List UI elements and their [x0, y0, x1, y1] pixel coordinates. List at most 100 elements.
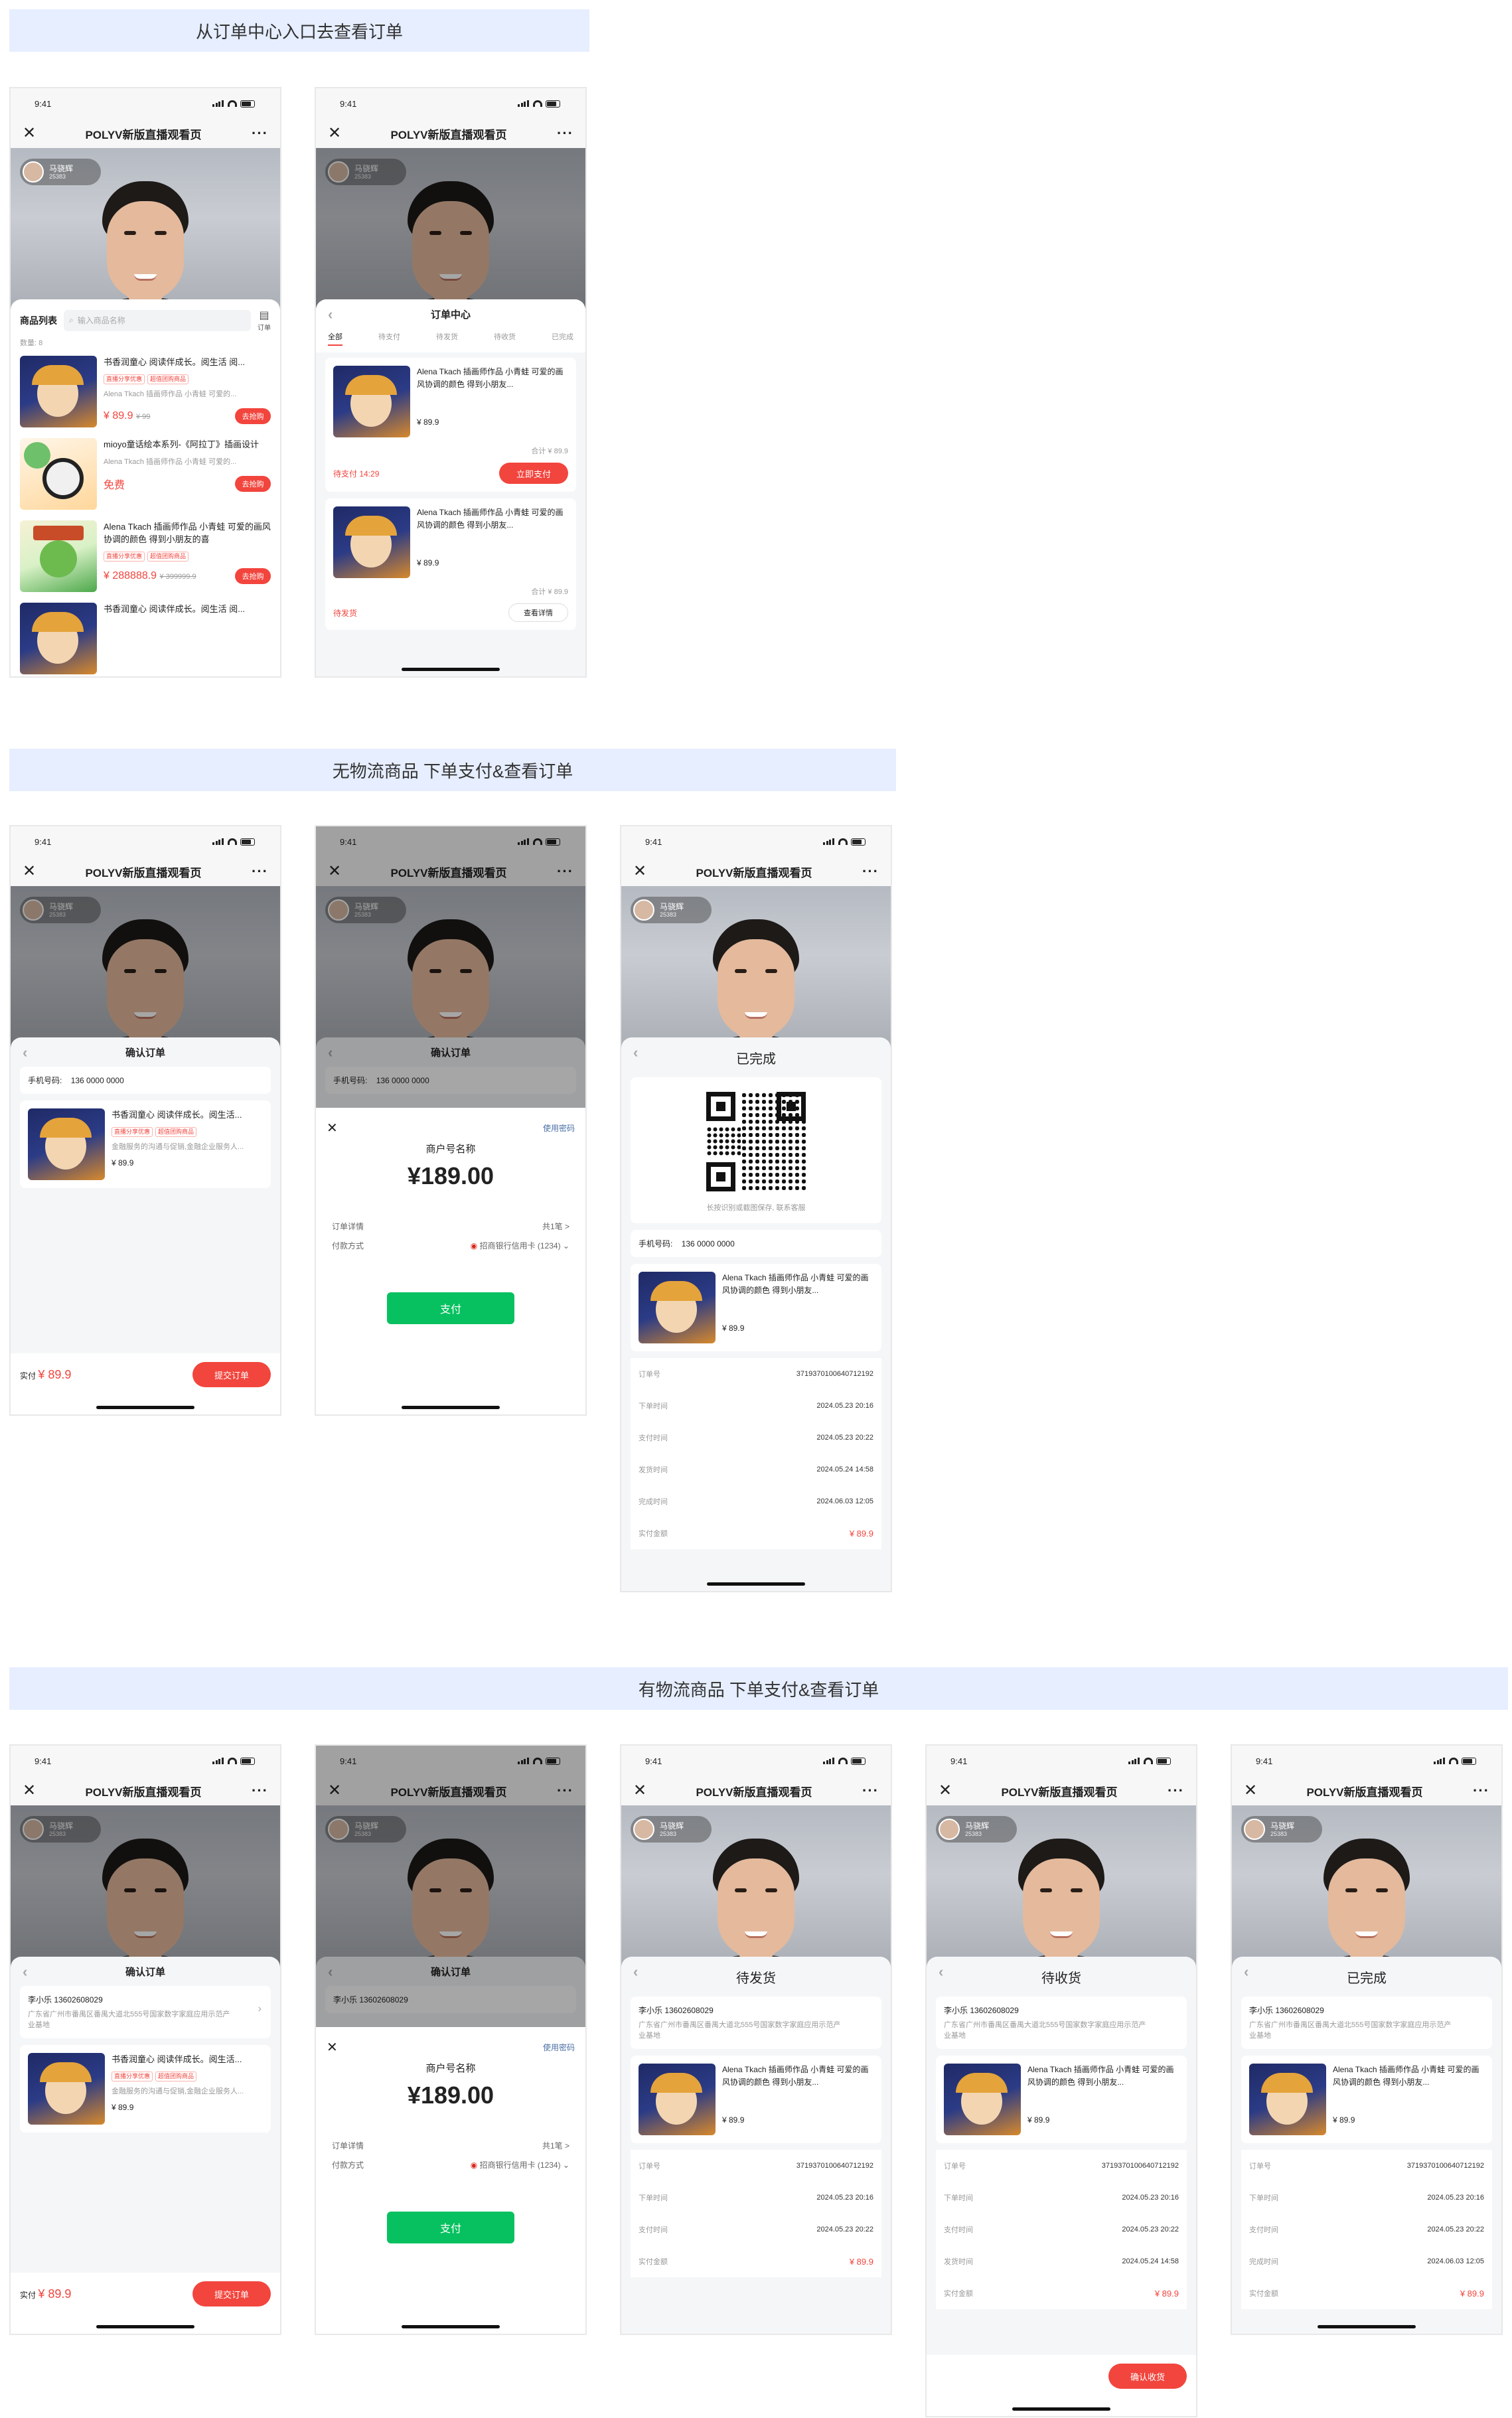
paid-row: 实付金额 ¥ 89.9: [1249, 2288, 1484, 2299]
use-password-link[interactable]: 使用密码: [543, 1122, 575, 1134]
nav-bar: ✕ POLYV新版直播观看页 ···: [11, 857, 280, 886]
pay-sheet: ✕ 使用密码 商户号名称 ¥189.00 订单详情 共1笔 > 付款方式 ◉ 招商银行…: [316, 2027, 585, 2334]
back-icon[interactable]: ‹: [633, 1044, 638, 1061]
back-icon[interactable]: ‹: [328, 306, 333, 323]
close-icon[interactable]: ✕: [327, 2039, 338, 2056]
more-icon[interactable]: ···: [1470, 1782, 1489, 1799]
pay-method-select[interactable]: ◉ 招商银行信用卡 (1234) ⌄: [471, 2159, 569, 2170]
order-no[interactable]: 371937010064071219​2: [1102, 2162, 1179, 2170]
order-no[interactable]: 371937010064071219​2: [1407, 2162, 1484, 2170]
tab-all[interactable]: 全部: [328, 331, 342, 346]
done-time-row: 完成时间 2024.06.03 12:05: [1249, 2257, 1484, 2266]
buy-button[interactable]: 去抢购: [235, 568, 271, 584]
page-title: POLYV新版直播观看页: [1306, 1785, 1423, 1799]
wifi-icon: [533, 100, 542, 107]
list-item[interactable]: 书香润童心 阅读伴成长。阅生活 阅... 直播分享优惠 超值团购商品 Alena …: [11, 356, 280, 438]
pay-method-select[interactable]: ◉ 招商银行信用卡 (1234) ⌄: [471, 1240, 569, 1251]
close-icon[interactable]: ✕: [23, 1783, 38, 1799]
product-tag: 直播分享优惠: [104, 552, 145, 562]
tab-pending-recv[interactable]: 待收货: [494, 331, 516, 346]
close-icon[interactable]: ✕: [328, 125, 344, 141]
list-item[interactable]: Alena Tkach 插画师作品 小青蛙 可爱的画风协调的颜色 得到小朋友的喜…: [11, 520, 280, 603]
close-icon[interactable]: ✕: [23, 125, 38, 141]
video-dim-overlay: [11, 886, 280, 1059]
close-icon[interactable]: ✕: [633, 1783, 649, 1799]
tab-pending-ship[interactable]: 待发货: [436, 331, 458, 346]
home-indicator: [402, 2325, 500, 2328]
address-card[interactable]: 李小乐 13602608029 广东省广州市番禺区番禺大道北555号国家数字家庭…: [20, 1986, 271, 2038]
confirm-receipt-button[interactable]: 确认收货: [1108, 2364, 1187, 2389]
avatar: [1244, 1819, 1265, 1840]
pay-button[interactable]: 支付: [387, 1292, 514, 1324]
more-icon[interactable]: ···: [859, 863, 879, 880]
view-detail-button[interactable]: 查看详情: [508, 603, 568, 622]
submit-order-button[interactable]: 提交订单: [192, 2281, 271, 2306]
list-item[interactable]: mioyo童话绘本系列-《阿拉丁》插画设计 Alena Tkach 插画师作品 …: [11, 438, 280, 520]
phone-number[interactable]: 136 0000 0000: [71, 1076, 124, 1085]
order-no[interactable]: 371937010064071219​2: [796, 1370, 873, 1378]
pay-button[interactable]: 支付: [387, 2212, 514, 2243]
more-icon[interactable]: ···: [248, 863, 268, 880]
order-detail-value[interactable]: 共1笔 >: [542, 1221, 569, 1232]
more-icon[interactable]: ···: [859, 1782, 879, 1799]
order-detail-value[interactable]: 共1笔 >: [542, 2140, 569, 2151]
dim-overlay: [316, 826, 585, 1108]
close-icon[interactable]: ✕: [633, 864, 649, 879]
product-desc: Alena Tkach 插画师作品 小青蛙 可爱的...: [104, 390, 237, 398]
address-text: 广东省广州市番禺区番禺大道北555号国家数字家庭应用示范产业基地: [944, 2021, 1146, 2040]
nav-bar: ✕ POLYV新版直播观看页 ···: [621, 857, 891, 886]
search-input[interactable]: ⌕ 输入商品名称: [64, 309, 251, 331]
more-icon[interactable]: ···: [554, 125, 573, 142]
list-item[interactable]: 书香润童心 阅读伴成长。阅生活 阅...: [11, 603, 280, 674]
more-icon[interactable]: ···: [248, 125, 268, 142]
page-title: POLYV新版直播观看页: [85, 866, 202, 879]
host-person: [676, 913, 836, 1059]
close-icon[interactable]: ✕: [939, 1783, 954, 1799]
back-icon[interactable]: ‹: [23, 1963, 27, 1981]
buy-button[interactable]: 去抢购: [235, 408, 271, 424]
address-name: 李小乐 13602608029: [1249, 2006, 1324, 2015]
signal-icon: [518, 100, 530, 107]
sheet-title: 确认订单: [125, 1047, 165, 1059]
more-icon[interactable]: ···: [248, 1782, 268, 1799]
order-product-price: ¥ 89.9: [1333, 2115, 1355, 2125]
product-title: 书香润童心 阅读伴成长。阅生活 阅...: [104, 357, 246, 367]
status-bar: 9:41: [927, 1746, 1196, 1776]
pay-time-row: 支付时间 2024.05.23 20:22: [1249, 2226, 1484, 2234]
close-icon[interactable]: ✕: [23, 864, 38, 879]
back-icon[interactable]: ‹: [23, 1044, 27, 1061]
product-tag: 直播分享优惠: [112, 2072, 153, 2081]
order-entry-button[interactable]: ▤ 订单: [258, 309, 271, 332]
status-time: 9:41: [35, 836, 52, 847]
order-no-row: 订单号 371937010064071219​2: [639, 1370, 873, 1379]
tab-done[interactable]: 已完成: [552, 331, 573, 346]
back-icon[interactable]: ‹: [633, 1963, 638, 1981]
close-icon[interactable]: ✕: [327, 1120, 338, 1136]
order-no[interactable]: 371937010064071219​2: [796, 2162, 873, 2170]
product-tag: 超值团购商品: [147, 374, 189, 384]
qr-code[interactable]: [706, 1092, 806, 1191]
back-icon[interactable]: ‹: [1244, 1963, 1248, 1981]
ship-time-row: 发货时间 2024.05.24 14:58: [944, 2257, 1179, 2266]
pay-now-button[interactable]: 立即支付: [499, 463, 568, 484]
tab-pending-pay[interactable]: 待支付: [378, 331, 400, 346]
product-cover: [333, 366, 410, 437]
more-icon[interactable]: ···: [1164, 1782, 1184, 1799]
avatar: [939, 1819, 960, 1840]
order-icon: ▤: [259, 310, 269, 321]
order-card[interactable]: Alena Tkach 插画师作品 小青蛙 可爱的画风协调的颜色 得到小朋友..…: [325, 358, 576, 492]
host-name: 马骁辉: [965, 1821, 990, 1831]
order-card[interactable]: Alena Tkach 插画师作品 小青蛙 可爱的画风协调的颜色 得到小朋友..…: [325, 498, 576, 630]
host-name: 马骁辉: [660, 902, 684, 911]
buy-button[interactable]: 去抢购: [235, 476, 271, 492]
pay-sheet: ✕ 使用密码 商户号名称 ¥189.00 订单详情 共1笔 > 付款方式 ◉ 招商银行…: [316, 1108, 585, 1414]
back-icon[interactable]: ‹: [939, 1963, 943, 1981]
submit-order-button[interactable]: 提交订单: [192, 1362, 271, 1387]
order-center-sheet: ‹ 订单中心 全部 待支付 待发货 待收货 已完成 Alena Tkach 插画师…: [316, 299, 585, 676]
product-desc: 金融服务的沟通与促销,金融企业服务人...: [112, 2087, 244, 2095]
recv-footer: 确认收货: [927, 2355, 1196, 2416]
close-icon[interactable]: ✕: [1244, 1783, 1260, 1799]
order-no-row: 订单号 371937010064071219​2: [944, 2162, 1179, 2170]
use-password-link[interactable]: 使用密码: [543, 2042, 575, 2053]
phone-order-center: 9:41 ✕ POLYV新版直播观看页 ··· 马骁辉 25383 ‹ 订单中心 全部 …: [315, 87, 587, 678]
